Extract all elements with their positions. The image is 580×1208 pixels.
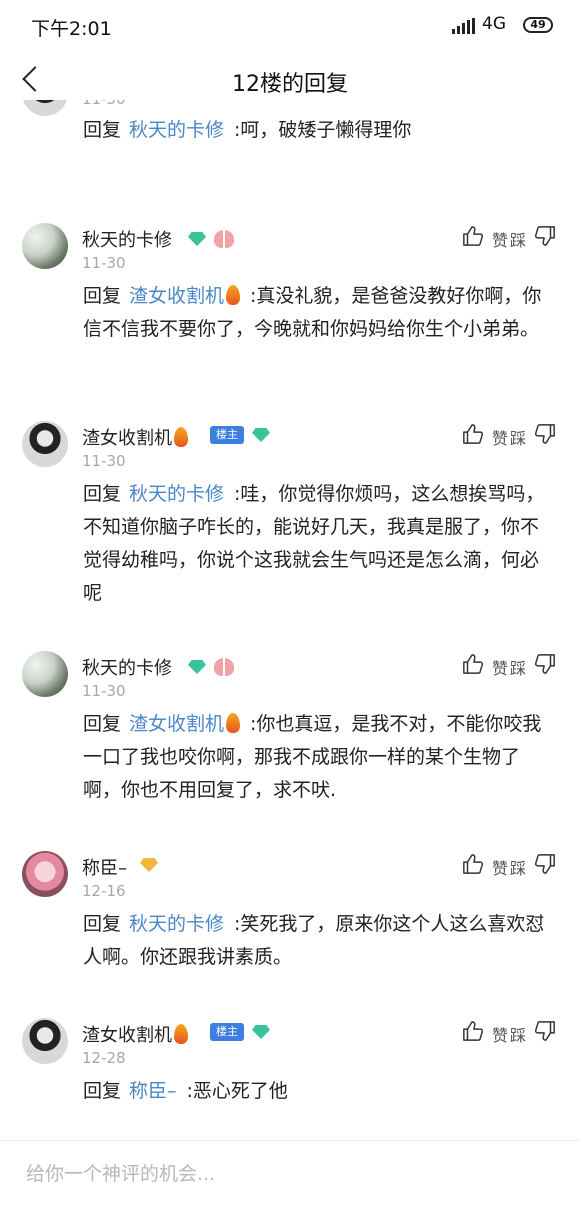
- reply-content[interactable]: 回复 秋天的卡修:哇，你觉得你烦吗，这么想挨骂吗，不知道你脑子咋长的，能说好几天，…: [83, 478, 553, 610]
- reply-text: :呵，破矮子懒得理你: [234, 119, 412, 141]
- reply-target-link[interactable]: 秋天的卡修: [129, 119, 224, 141]
- reply-target-link[interactable]: 渣女收割机: [129, 713, 224, 735]
- thumbs-up-icon[interactable]: [462, 1020, 484, 1042]
- avatar[interactable]: [22, 851, 68, 897]
- reply-target-link[interactable]: 秋天的卡修: [129, 483, 224, 505]
- vote-control[interactable]: 赞踩: [462, 224, 558, 250]
- reply-prefix: 回复: [83, 483, 122, 505]
- fire-icon: [226, 285, 241, 305]
- username-text: 渣女收割机: [82, 1025, 172, 1046]
- reply-content[interactable]: 回复 渣女收割机:真没礼貌，是爸爸没教好你啊，你信不信我不要你了，今晚就和你妈妈给…: [83, 280, 553, 346]
- diamond-icon: [188, 660, 206, 674]
- fire-icon: [174, 427, 188, 447]
- reply-prefix: 回复: [83, 119, 122, 141]
- reply-target-link[interactable]: 称臣–: [129, 1080, 177, 1102]
- avatar[interactable]: [22, 1018, 68, 1064]
- signal-icon: [452, 18, 478, 34]
- page-title: 12楼的回复: [232, 72, 348, 97]
- comment-input[interactable]: [26, 1157, 556, 1191]
- diamond-icon: [252, 1025, 270, 1039]
- comment-date: 11-30: [82, 100, 126, 108]
- reply-prefix: 回复: [83, 913, 122, 935]
- avatar[interactable]: [22, 223, 68, 269]
- comment-item: 秋天的卡修 赞踩 11-30 回复 渣女收割机:你也真逗，是我不对，不能你咬我一口…: [0, 648, 580, 818]
- reply-content[interactable]: 回复 称臣– :恶心死了他: [83, 1075, 553, 1108]
- owner-badge: 楼主: [210, 1023, 244, 1041]
- status-bar: 下午2:01 4G 49: [0, 0, 580, 50]
- vote-control[interactable]: 赞踩: [462, 1019, 558, 1045]
- network-type: 4G: [482, 14, 506, 34]
- vote-control[interactable]: 赞踩: [462, 852, 558, 878]
- thumbs-up-icon[interactable]: [462, 225, 484, 247]
- fire-icon: [174, 1024, 188, 1044]
- diamond-icon: [188, 232, 206, 246]
- vote-label: 赞踩: [492, 429, 529, 448]
- user-badges: [188, 658, 234, 676]
- user-badges: 楼主: [210, 426, 270, 444]
- vote-label: 赞踩: [492, 231, 529, 250]
- user-badges: [188, 230, 234, 248]
- comment-input-bar: [0, 1140, 580, 1208]
- user-badges: [140, 858, 158, 872]
- comment-item: 称臣– 赞踩 12-16 回复 秋天的卡修:笑死我了，原来你这个人这么喜欢怼人啊。…: [0, 848, 580, 988]
- reply-prefix: 回复: [83, 713, 122, 735]
- reply-target-link[interactable]: 渣女收割机: [129, 285, 224, 307]
- comment-item: 渣女收割机 楼主 赞踩 11-30 回复 秋天的卡修:哇，你觉得你烦吗，这么想挨骂…: [0, 418, 580, 628]
- comment-item: 秋天的卡修 赞踩 11-30 回复 渣女收割机:真没礼貌，是爸爸没教好你啊，你信不…: [0, 220, 580, 390]
- username[interactable]: 秋天的卡修: [82, 654, 172, 680]
- fire-icon: [226, 713, 241, 733]
- vote-control[interactable]: 赞踩: [462, 652, 558, 678]
- comment-date: 12-28: [82, 1049, 126, 1067]
- vote-label: 赞踩: [492, 1026, 529, 1045]
- thumbs-up-icon[interactable]: [462, 423, 484, 445]
- reply-prefix: 回复: [83, 1080, 122, 1102]
- username[interactable]: 称臣–: [82, 854, 127, 880]
- thumbs-down-icon[interactable]: [534, 225, 556, 247]
- comment-date: 11-30: [82, 254, 126, 272]
- reply-content[interactable]: 回复 渣女收割机:你也真逗，是我不对，不能你咬我一口了我也咬你啊，那我不成跟你一样…: [83, 708, 553, 807]
- reply-list[interactable]: 11-30 回复秋天的卡修:呵，破矮子懒得理你 秋天的卡修 赞踩 11-30 回…: [0, 100, 580, 1140]
- user-badges: 楼主: [210, 1023, 270, 1041]
- avatar[interactable]: [22, 651, 68, 697]
- comment-date: 12-16: [82, 882, 126, 900]
- avatar[interactable]: [22, 100, 68, 116]
- comment-date: 11-30: [82, 682, 126, 700]
- avatar[interactable]: [22, 421, 68, 467]
- comment-date: 11-30: [82, 452, 126, 470]
- reply-target-link[interactable]: 秋天的卡修: [129, 913, 224, 935]
- lung-icon: [214, 658, 234, 676]
- username[interactable]: 渣女收割机: [82, 1021, 188, 1047]
- diamond-icon: [252, 428, 270, 442]
- vote-label: 赞踩: [492, 859, 529, 878]
- lung-icon: [214, 230, 234, 248]
- thumbs-down-icon[interactable]: [534, 853, 556, 875]
- thumbs-down-icon[interactable]: [534, 423, 556, 445]
- reply-text: :恶心死了他: [186, 1080, 288, 1102]
- gold-diamond-icon: [140, 858, 158, 872]
- reply-content[interactable]: 回复 秋天的卡修 :呵，破矮子懒得理你: [83, 114, 553, 147]
- thumbs-up-icon[interactable]: [462, 853, 484, 875]
- comment-item: 渣女收割机 楼主 赞踩 12-28 回复 称臣– :恶心死了他: [0, 1015, 580, 1125]
- username[interactable]: 秋天的卡修: [82, 226, 172, 252]
- vote-label: 赞踩: [492, 659, 529, 678]
- username[interactable]: 渣女收割机: [82, 424, 188, 450]
- thumbs-up-icon[interactable]: [462, 653, 484, 675]
- thumbs-down-icon[interactable]: [534, 653, 556, 675]
- comment-item: 11-30 回复秋天的卡修 :呵，破矮子懒得理你: [0, 100, 580, 190]
- status-time: 下午2:01: [31, 18, 112, 40]
- reply-content[interactable]: 回复 秋天的卡修:笑死我了，原来你这个人这么喜欢怼人啊。你还跟我讲素质。: [83, 908, 553, 974]
- vote-control[interactable]: 赞踩: [462, 422, 558, 448]
- battery-icon: 49: [523, 17, 553, 33]
- username-text: 渣女收割机: [82, 428, 172, 449]
- thumbs-down-icon[interactable]: [534, 1020, 556, 1042]
- reply-prefix: 回复: [83, 285, 122, 307]
- owner-badge: 楼主: [210, 426, 244, 444]
